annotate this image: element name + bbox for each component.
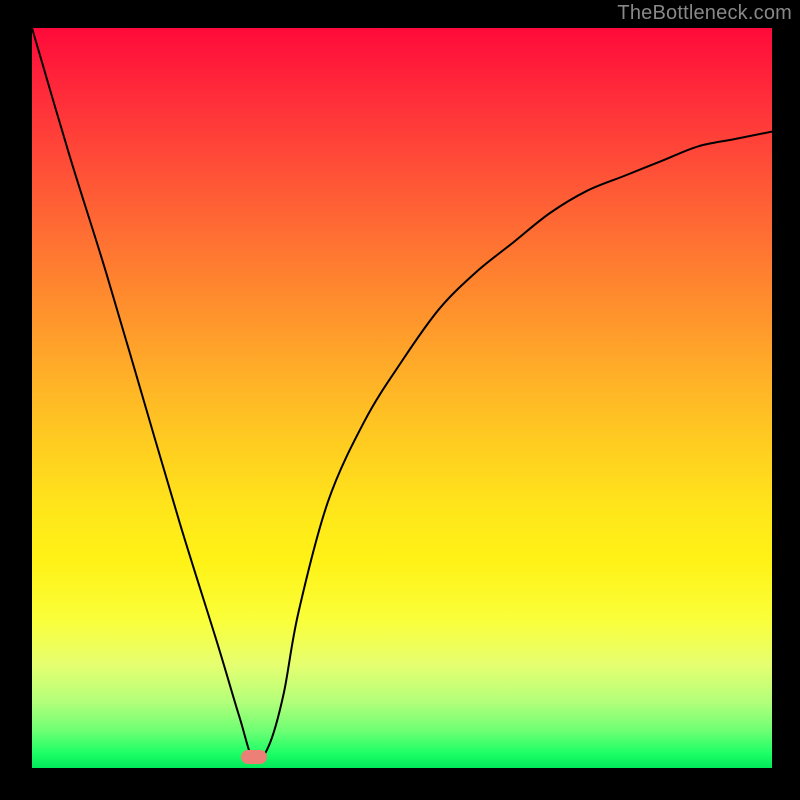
bottleneck-curve	[32, 28, 772, 768]
watermark-text: TheBottleneck.com	[617, 2, 792, 25]
bottleneck-marker	[241, 750, 267, 764]
plot-area	[32, 28, 772, 768]
chart-frame: TheBottleneck.com	[0, 0, 800, 800]
